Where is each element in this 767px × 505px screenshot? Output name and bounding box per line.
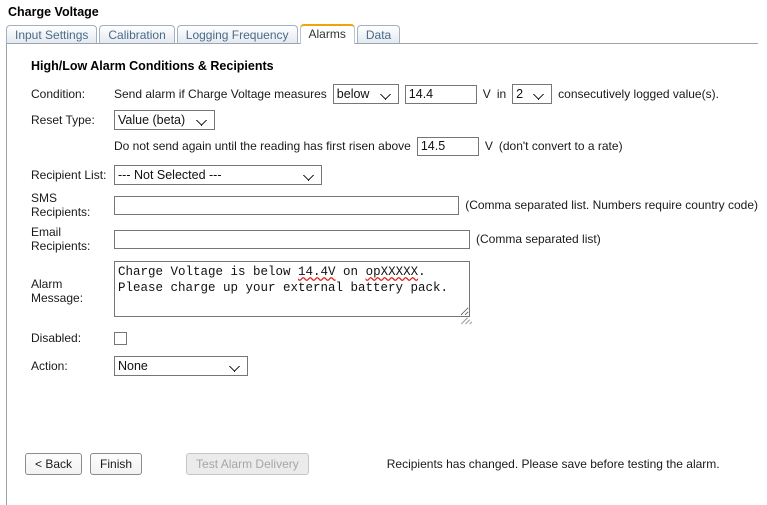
reset-type-select[interactable]: Value (beta) (114, 110, 215, 130)
recipient-list-label: Recipient List: (25, 168, 114, 182)
disabled-checkbox[interactable] (114, 332, 127, 345)
sms-recipients-hint: (Comma separated list. Numbers require c… (465, 198, 758, 212)
tab-bar: Input SettingsCalibrationLogging Frequen… (0, 23, 767, 42)
email-recipients-label: Email Recipients: (25, 225, 114, 253)
condition-threshold-input[interactable] (405, 85, 477, 104)
condition-label: Condition: (25, 87, 114, 101)
email-recipients-row: Email Recipients: (Comma separated list) (25, 225, 758, 253)
reset-note-prefix: Do not send again until the reading has … (114, 139, 411, 153)
back-button[interactable]: < Back (25, 453, 82, 475)
disabled-row: Disabled: (25, 328, 758, 348)
alarm-message-textarea[interactable] (114, 261, 470, 317)
sms-recipients-label: SMS Recipients: (25, 191, 114, 219)
alarms-panel: High/Low Alarm Conditions & Recipients C… (6, 43, 758, 505)
tab-data[interactable]: Data (357, 25, 400, 44)
reset-note-unit: V (485, 139, 493, 153)
email-recipients-input[interactable] (114, 230, 470, 249)
condition-prefix-text: Send alarm if Charge Voltage measures (114, 87, 327, 101)
tab-calibration[interactable]: Calibration (99, 25, 174, 44)
footer-status-message: Recipients has changed. Please save befo… (387, 457, 720, 471)
recipient-list-select[interactable]: --- Not Selected --- (114, 165, 322, 185)
test-alarm-delivery-button[interactable]: Test Alarm Delivery (186, 453, 309, 475)
sms-recipients-input[interactable] (114, 196, 459, 215)
section-title: High/Low Alarm Conditions & Recipients (31, 59, 758, 73)
condition-direction-select[interactable]: below (333, 84, 399, 104)
page-title: Charge Voltage (0, 0, 767, 19)
action-select[interactable]: None (114, 356, 248, 376)
alarm-message-row: Alarm Message: Charge Voltage is below 1… (25, 261, 758, 320)
alarm-message-wrapper: Charge Voltage is below 14.4V on opXXXXX… (114, 261, 470, 320)
condition-unit-label: V (483, 87, 491, 101)
recipient-list-row: Recipient List: --- Not Selected --- (25, 165, 758, 185)
tab-input-settings[interactable]: Input Settings (6, 25, 97, 44)
reset-note-row: Do not send again until the reading has … (25, 136, 758, 156)
reset-type-row: Reset Type: Value (beta) (25, 110, 758, 130)
reset-threshold-input[interactable] (417, 137, 479, 156)
reset-type-label: Reset Type: (25, 113, 114, 127)
disabled-label: Disabled: (25, 331, 114, 345)
tab-logging-frequency[interactable]: Logging Frequency (177, 25, 298, 44)
action-label: Action: (25, 359, 114, 373)
tab-alarms[interactable]: Alarms (300, 24, 355, 44)
finish-button[interactable]: Finish (90, 453, 142, 475)
action-row: Action: None (25, 356, 758, 376)
email-recipients-hint: (Comma separated list) (476, 232, 601, 246)
condition-row: Condition: Send alarm if Charge Voltage … (25, 84, 758, 104)
sms-recipients-row: SMS Recipients: (Comma separated list. N… (25, 191, 758, 219)
footer-bar: < Back Finish Test Alarm Delivery Recipi… (25, 453, 720, 475)
condition-count-select[interactable]: 2 (512, 84, 552, 104)
condition-in-text: in (497, 87, 506, 101)
condition-suffix-text: consecutively logged value(s). (558, 87, 719, 101)
reset-note-suffix: (don't convert to a rate) (499, 139, 623, 153)
alarm-message-label: Alarm Message: (25, 277, 114, 305)
